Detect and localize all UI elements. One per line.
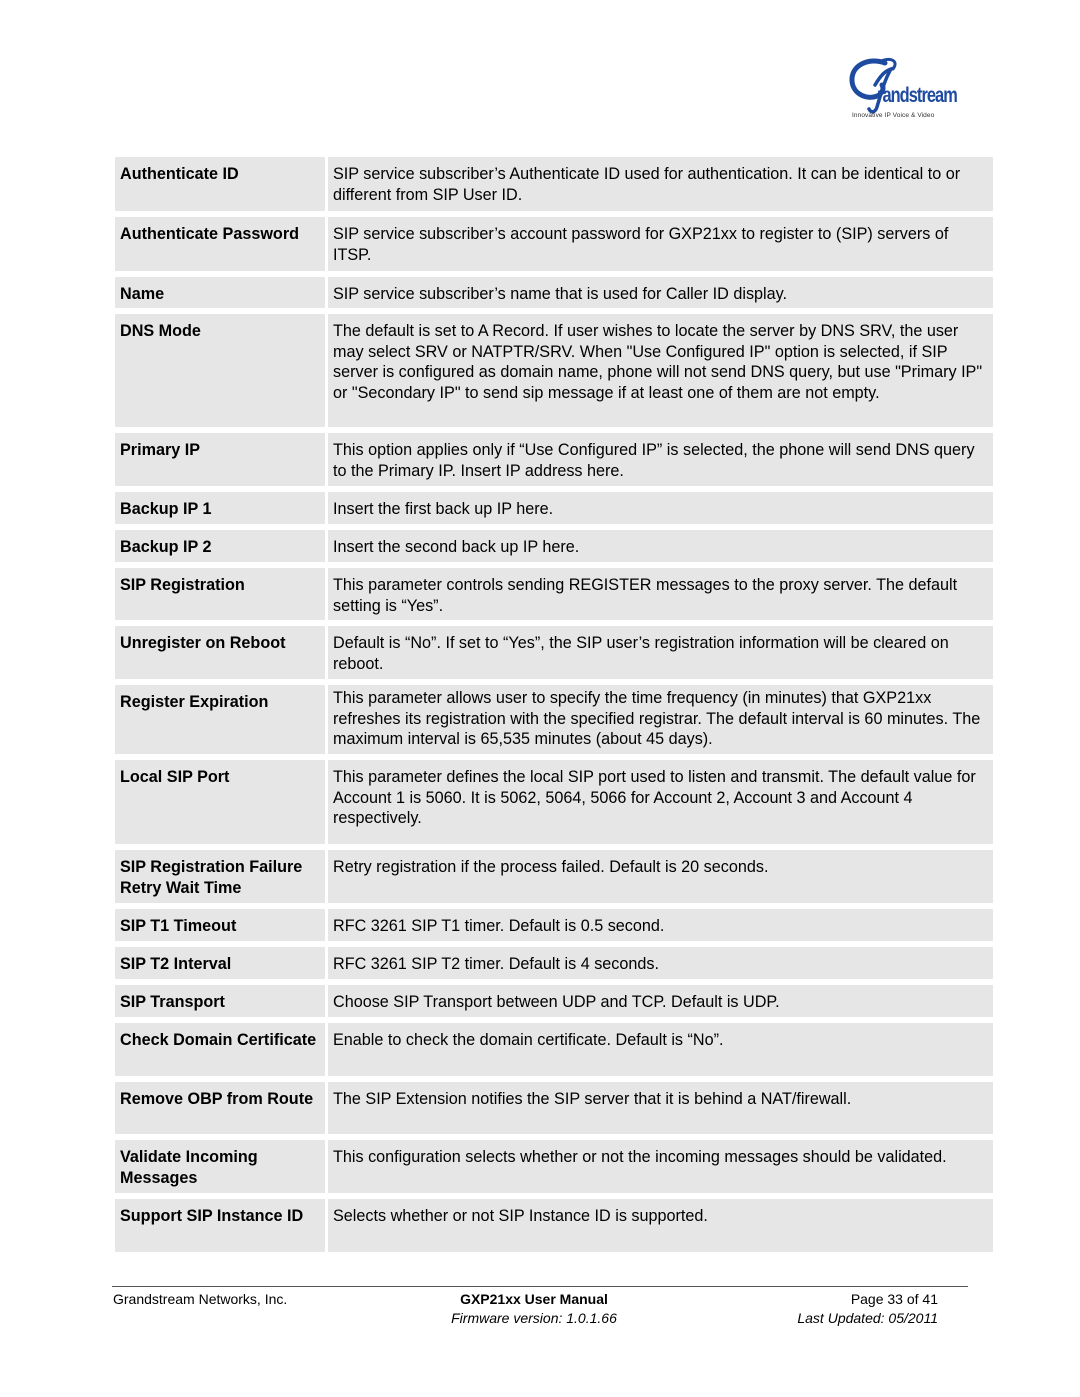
- parameter-label: DNS Mode: [115, 314, 325, 427]
- parameter-description: This option applies only if “Use Configu…: [328, 433, 993, 486]
- parameter-description: The SIP Extension notifies the SIP serve…: [328, 1082, 993, 1134]
- table-row: SIP T2 Interval RFC 3261 SIP T2 timer. D…: [115, 947, 993, 979]
- footer-manual-title: GXP21xx User Manual: [460, 1291, 608, 1307]
- parameter-description: SIP service subscriber’s Authenticate ID…: [328, 157, 993, 211]
- parameter-label: Remove OBP from Route: [115, 1082, 325, 1134]
- table-row: Name SIP service subscriber’s name that …: [115, 277, 993, 308]
- footer-right: Page 33 of 41 Last Updated: 05/2011: [797, 1290, 938, 1328]
- parameter-label: Unregister on Reboot: [115, 626, 325, 679]
- parameter-description: This configuration selects whether or no…: [328, 1140, 993, 1193]
- parameter-label: Backup IP 1: [115, 492, 325, 524]
- parameter-label: SIP T1 Timeout: [115, 909, 325, 941]
- footer-last-updated: Last Updated: 05/2011: [797, 1310, 938, 1326]
- grandstream-logo: randstream Innovative IP Voice & Video: [847, 55, 962, 123]
- footer-left: Grandstream Networks, Inc.: [113, 1290, 287, 1309]
- parameter-label: Support SIP Instance ID: [115, 1199, 325, 1252]
- table-row: Backup IP 2 Insert the second back up IP…: [115, 530, 993, 562]
- table-row: SIP Registration This parameter controls…: [115, 568, 993, 620]
- parameter-description: RFC 3261 SIP T2 timer. Default is 4 seco…: [328, 947, 993, 979]
- table-row: SIP T1 Timeout RFC 3261 SIP T1 timer. De…: [115, 909, 993, 941]
- parameter-description: Insert the second back up IP here.: [328, 530, 993, 562]
- parameter-label: Backup IP 2: [115, 530, 325, 562]
- footer-company: Grandstream Networks, Inc.: [113, 1291, 288, 1307]
- parameter-label: Primary IP: [115, 433, 325, 486]
- table-row: Register Expiration This parameter allow…: [115, 685, 993, 754]
- parameter-description: Selects whether or not SIP Instance ID i…: [328, 1199, 993, 1252]
- table-row: Unregister on Reboot Default is “No”. If…: [115, 626, 993, 679]
- table-row: Remove OBP from Route The SIP Extension …: [115, 1082, 993, 1134]
- parameter-description: SIP service subscriber’s account passwor…: [328, 217, 993, 271]
- table-row: SIP Transport Choose SIP Transport betwe…: [115, 985, 993, 1017]
- table-row: Check Domain Certificate Enable to check…: [115, 1023, 993, 1076]
- table-row: Authenticate Password SIP service subscr…: [115, 217, 993, 271]
- parameter-label: SIP Transport: [115, 985, 325, 1017]
- parameter-description: Insert the first back up IP here.: [328, 492, 993, 524]
- parameter-description: Default is “No”. If set to “Yes”, the SI…: [328, 626, 993, 679]
- logo-tagline: Innovative IP Voice & Video: [852, 112, 935, 119]
- parameter-description: This parameter defines the local SIP por…: [328, 760, 993, 844]
- parameter-description: The default is set to A Record. If user …: [328, 314, 993, 427]
- table-row: Support SIP Instance ID Selects whether …: [115, 1199, 993, 1252]
- parameter-description: Enable to check the domain certificate. …: [328, 1023, 993, 1076]
- table-row: Backup IP 1 Insert the first back up IP …: [115, 492, 993, 524]
- parameter-description: RFC 3261 SIP T1 timer. Default is 0.5 se…: [328, 909, 993, 941]
- parameter-label: Authenticate ID: [115, 157, 325, 211]
- table-row: Primary IP This option applies only if “…: [115, 433, 993, 486]
- parameter-label: Check Domain Certificate: [115, 1023, 325, 1076]
- parameter-description: Retry registration if the process failed…: [328, 850, 993, 903]
- logo-brand-text: randstream: [877, 84, 958, 107]
- page-footer: Grandstream Networks, Inc. GXP21xx User …: [112, 1286, 968, 1326]
- footer-page-number: Page 33 of 41: [850, 1291, 938, 1307]
- parameter-label: Register Expiration: [115, 685, 325, 754]
- parameter-description: SIP service subscriber’s name that is us…: [328, 277, 993, 308]
- parameter-label: Validate Incoming Messages: [115, 1140, 325, 1193]
- parameter-label: Authenticate Password: [115, 217, 325, 271]
- parameter-label: SIP Registration: [115, 568, 325, 620]
- table-row: SIP Registration Failure Retry Wait Time…: [115, 850, 993, 903]
- parameter-label: Local SIP Port: [115, 760, 325, 844]
- parameter-description: Choose SIP Transport between UDP and TCP…: [328, 985, 993, 1017]
- footer-firmware-version: Firmware version: 1.0.1.66: [451, 1310, 617, 1326]
- parameter-table: Authenticate ID SIP service subscriber’s…: [115, 157, 993, 1258]
- table-row: Local SIP Port This parameter defines th…: [115, 760, 993, 844]
- parameter-description: This parameter controls sending REGISTER…: [328, 568, 993, 620]
- table-row: Authenticate ID SIP service subscriber’s…: [115, 157, 993, 211]
- parameter-label: Name: [115, 277, 325, 308]
- parameter-label: SIP T2 Interval: [115, 947, 325, 979]
- table-row: DNS Mode The default is set to A Record.…: [115, 314, 993, 427]
- parameter-description: This parameter allows user to specify th…: [328, 685, 993, 754]
- parameter-label: SIP Registration Failure Retry Wait Time: [115, 850, 325, 903]
- footer-center: GXP21xx User Manual Firmware version: 1.…: [429, 1290, 639, 1328]
- table-row: Validate Incoming Messages This configur…: [115, 1140, 993, 1193]
